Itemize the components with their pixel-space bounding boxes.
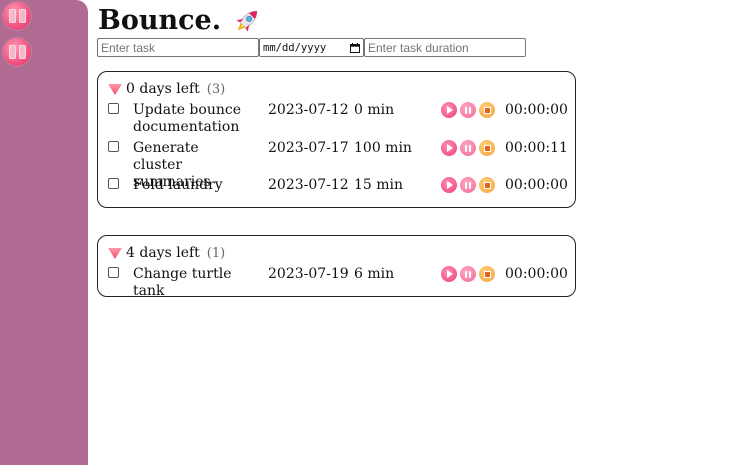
- stop-button[interactable]: [479, 177, 495, 193]
- group-label: 0 days left: [126, 81, 200, 97]
- stop-icon: [483, 106, 491, 114]
- pause-icon: [464, 181, 472, 189]
- pause-button[interactable]: [460, 266, 476, 282]
- pause-button[interactable]: [460, 102, 476, 118]
- duration-input[interactable]: [364, 38, 526, 57]
- collapse-triangle-icon[interactable]: [108, 247, 122, 259]
- pause-button[interactable]: [460, 140, 476, 156]
- play-button[interactable]: [441, 177, 457, 193]
- timer-controls: [441, 177, 495, 193]
- task-duration: 15 min: [354, 177, 404, 193]
- group-header[interactable]: 4 days left (1): [108, 245, 225, 261]
- play-icon: [447, 144, 453, 152]
- task-date: 2023-07-12: [268, 177, 349, 193]
- play-icon: [447, 106, 453, 114]
- timer-controls: [441, 266, 495, 282]
- stop-icon: [483, 181, 491, 189]
- task-input[interactable]: [97, 38, 259, 57]
- group-count: (1): [206, 245, 226, 261]
- date-placeholder: mm/dd/yyyy: [263, 41, 327, 54]
- task-checkbox[interactable]: [108, 267, 119, 278]
- play-icon: [447, 270, 453, 278]
- task-date: 2023-07-19: [268, 266, 349, 282]
- play-button[interactable]: [441, 140, 457, 156]
- stop-button[interactable]: [479, 140, 495, 156]
- task-group: 4 days left (1) Change turtle tank 2023-…: [97, 235, 576, 299]
- pause-icon: [464, 270, 472, 278]
- pause-icon: [464, 106, 472, 114]
- task-duration: 6 min: [354, 266, 395, 282]
- task-checkbox[interactable]: [108, 178, 119, 189]
- play-button[interactable]: [441, 102, 457, 118]
- stop-button[interactable]: [479, 102, 495, 118]
- pause-icon: [8, 9, 26, 23]
- group-label: 4 days left: [126, 245, 200, 261]
- task-timer: 00:00:00: [505, 266, 568, 282]
- pause-icon: [464, 144, 472, 152]
- stop-icon: [483, 270, 491, 278]
- pause-button[interactable]: [460, 177, 476, 193]
- header: Bounce.: [98, 4, 263, 38]
- play-button[interactable]: [441, 266, 457, 282]
- task-checkbox[interactable]: [108, 103, 119, 114]
- stop-button[interactable]: [479, 266, 495, 282]
- play-icon: [447, 181, 453, 189]
- group-count: (3): [206, 81, 226, 97]
- task-date: 2023-07-12: [268, 102, 349, 118]
- rocket-icon: [236, 10, 258, 32]
- task-name: Update bounce documentation: [133, 102, 241, 135]
- task-timer: 00:00:00: [505, 177, 568, 193]
- sidebar: [0, 0, 88, 465]
- collapse-triangle-icon[interactable]: [108, 83, 122, 95]
- task-group: 0 days left (3) Update bounce documentat…: [97, 71, 576, 208]
- stop-icon: [483, 144, 491, 152]
- task-timer: 00:00:11: [505, 140, 568, 156]
- timer-controls: [441, 102, 495, 118]
- task-checkbox[interactable]: [108, 141, 119, 152]
- date-input[interactable]: mm/dd/yyyy: [259, 38, 364, 57]
- add-task-form: mm/dd/yyyy: [97, 38, 526, 57]
- pause-icon: [8, 45, 26, 59]
- task-duration: 100 min: [354, 140, 412, 156]
- app-title: Bounce.: [98, 5, 222, 36]
- timer-controls: [441, 140, 495, 156]
- task-name: Change turtle tank: [133, 266, 232, 299]
- calendar-icon[interactable]: [350, 42, 360, 53]
- group-header[interactable]: 0 days left (3): [108, 81, 225, 97]
- task-name: Fold laundry: [133, 177, 223, 193]
- task-date: 2023-07-17: [268, 140, 349, 156]
- sidebar-pause-button-1[interactable]: [3, 2, 31, 30]
- task-timer: 00:00:00: [505, 102, 568, 118]
- task-duration: 0 min: [354, 102, 395, 118]
- sidebar-pause-button-2[interactable]: [3, 38, 31, 66]
